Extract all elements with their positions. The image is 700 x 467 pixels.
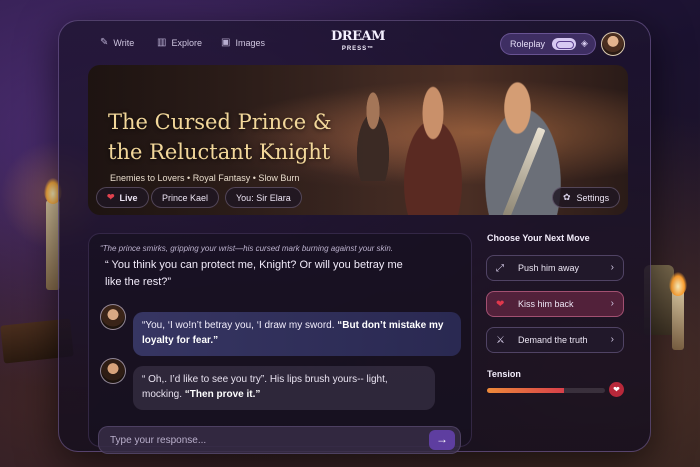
prince-avatar bbox=[100, 358, 126, 384]
chevron-right-icon: › bbox=[610, 334, 614, 345]
moves-title: Choose Your Next Move bbox=[487, 233, 590, 243]
send-button[interactable]: → bbox=[429, 430, 455, 450]
settings-icon: ✿ bbox=[563, 192, 571, 202]
user-avatar[interactable] bbox=[601, 32, 625, 56]
live-label: Live bbox=[119, 192, 138, 203]
story-title-line-2: the Reluctant Knight bbox=[108, 140, 331, 164]
app-window: ✎ Write ▥ Explore ▣ Images DREAM PRESS™ … bbox=[58, 20, 652, 454]
nav-write[interactable]: ✎ Write bbox=[100, 37, 134, 48]
message-bubble: “You, ‘I wo!n’t betray you, ‘I draw my s… bbox=[133, 312, 461, 356]
roleplay-label: Roleplay bbox=[510, 39, 546, 49]
story-title: The Cursed Prince & the Reluctant Knight bbox=[108, 107, 332, 167]
live-chip[interactable]: ❤ Live bbox=[96, 187, 149, 208]
character-chip[interactable]: Prince Kael bbox=[151, 187, 220, 208]
player-label: You: Sir Elara bbox=[236, 192, 291, 203]
move-label: Push him away bbox=[518, 263, 580, 273]
message-bubble: “ Oh,. I’d like to see you try”. His lip… bbox=[133, 366, 435, 410]
move-kiss-him-back[interactable]: ❤ Kiss him back › bbox=[486, 291, 624, 317]
tension-meter bbox=[487, 388, 605, 393]
tension-label: Tension bbox=[487, 369, 521, 379]
nav-explore[interactable]: ▥ Explore bbox=[157, 37, 202, 48]
push-icon: ⤢ bbox=[496, 262, 504, 274]
flame-right bbox=[669, 272, 687, 296]
pencil-icon: ✎ bbox=[100, 37, 109, 48]
player-chip[interactable]: You: Sir Elara bbox=[225, 187, 302, 208]
nav-explore-label: Explore bbox=[171, 37, 202, 48]
nav-write-label: Write bbox=[113, 37, 135, 48]
chevron-right-icon: › bbox=[610, 262, 614, 273]
logo-sub: PRESS™ bbox=[341, 46, 375, 52]
response-input[interactable]: Type your response... bbox=[98, 426, 461, 454]
top-nav: ✎ Write ▥ Explore ▣ Images DREAM PRESS™ … bbox=[59, 21, 652, 65]
tension-fill bbox=[487, 388, 564, 393]
message-text: “You, ‘I wo!n’t betray you, ‘I draw my s… bbox=[142, 320, 338, 331]
story-tags: Enemies to Lovers • Royal Fantasy • Slow… bbox=[110, 173, 300, 183]
brand-logo[interactable]: DREAM PRESS™ bbox=[331, 29, 385, 55]
move-label: Demand the truth bbox=[518, 335, 588, 345]
message-emphasis: “Then prove it.” bbox=[184, 389, 261, 400]
story-title-line-1: The Cursed Prince & bbox=[108, 110, 332, 134]
message-text: “ Oh,. I’d like to see you try”. His lip… bbox=[142, 374, 388, 400]
knight-avatar bbox=[100, 304, 126, 330]
settings-label: Settings bbox=[576, 192, 610, 203]
arrow-right-icon: → bbox=[436, 432, 448, 446]
heart-icon: ❤ bbox=[107, 192, 115, 202]
chat-panel: “The prince smirks, gripping your wrist—… bbox=[88, 233, 472, 454]
logo-main: DREAM bbox=[331, 29, 385, 44]
move-label: Kiss him back bbox=[518, 299, 574, 309]
heart-icon: ❤ bbox=[609, 382, 624, 397]
prince-figure bbox=[388, 85, 478, 215]
narration-text: “The prince smirks, gripping your wrist—… bbox=[100, 244, 393, 253]
heart-icon: ❤ bbox=[496, 298, 505, 310]
nav-images[interactable]: ▣ Images bbox=[221, 37, 265, 48]
gem-icon: ◈ bbox=[581, 38, 588, 48]
chevron-right-icon: › bbox=[610, 298, 614, 309]
book-icon: ▥ bbox=[157, 37, 167, 48]
prince-quote: “ You think you can protect me, Knight? … bbox=[105, 259, 403, 288]
move-push-him-away[interactable]: ⤢ Push him away › bbox=[486, 255, 624, 281]
move-demand-the-truth[interactable]: ⚔ Demand the truth › bbox=[486, 327, 624, 353]
character-label: Prince Kael bbox=[162, 192, 209, 203]
swords-icon: ⚔ bbox=[496, 334, 505, 346]
image-icon: ▣ bbox=[221, 37, 231, 48]
settings-button[interactable]: ✿ Settings bbox=[552, 187, 621, 208]
toggle-switch[interactable] bbox=[552, 38, 576, 50]
response-placeholder: Type your response... bbox=[110, 434, 207, 446]
candle-right bbox=[672, 290, 684, 350]
nav-images-label: Images bbox=[235, 37, 265, 48]
roleplay-toggle[interactable]: Roleplay ◈ bbox=[500, 33, 596, 55]
